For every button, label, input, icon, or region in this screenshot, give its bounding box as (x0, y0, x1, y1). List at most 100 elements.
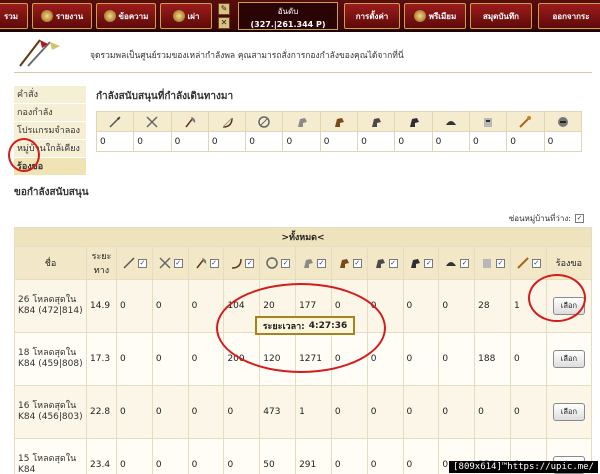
unit-count: 0 (402, 438, 440, 474)
rank-label: อันดับ (277, 7, 299, 16)
nav-tribe-button[interactable]: เผ่า (160, 3, 212, 29)
unit-count: 28 (474, 279, 511, 333)
reports-icon (40, 10, 53, 22)
header-unit-knight: ✓ (474, 246, 511, 280)
highlight-travel-time (216, 283, 386, 373)
nav-logout-button[interactable]: ออกจากระ (538, 3, 600, 29)
nav-notebook-button[interactable]: สมุดบันทึก (470, 3, 532, 29)
unit-checkbox[interactable]: ✓ (496, 258, 506, 268)
tribe-forum-icon[interactable]: ✎ (218, 3, 230, 15)
header-unit-mounted-archer: ✓ (330, 246, 368, 280)
hide-free-villages-checkbox[interactable]: ✓ (575, 214, 584, 223)
unit-count: 0 (245, 131, 284, 152)
tribe-mail-icon[interactable]: ✕ (218, 17, 230, 29)
unit-light-cavalry-icon (282, 111, 321, 132)
unit-count: 291 (295, 438, 332, 474)
unit-checkbox[interactable]: ✓ (352, 258, 362, 268)
village-name-link[interactable]: 18 โหลดสุดใน K84 (459|808) (14, 332, 87, 386)
unit-spy-icon (245, 111, 284, 132)
unit-count: 1 (295, 385, 332, 439)
village-name-link[interactable]: 26 โหลดสุดใน K84 (472|814) (14, 279, 87, 333)
select-button[interactable]: เลือก (552, 403, 585, 421)
unit-checkbox[interactable]: ✓ (460, 258, 470, 268)
nav-reports-button[interactable]: รายงาน (32, 3, 92, 29)
unit-checkbox[interactable]: ✓ (424, 258, 434, 268)
messages-icon (103, 10, 116, 22)
watermark: [809x614]™https://upic.me/ (449, 461, 598, 473)
unit-count: 0 (509, 332, 547, 386)
heavy-cavalry-icon (375, 259, 385, 268)
rally-point-icon (19, 39, 60, 67)
hide-free-villages-option: ซ่อนหมู่บ้านที่ว่าง: ✓ (509, 212, 584, 225)
unit-catapult-icon (431, 111, 470, 132)
select-button[interactable]: เลือก (552, 350, 585, 368)
header-unit-archer: ✓ (223, 246, 261, 280)
request-cell: เลือก (545, 332, 593, 386)
unit-count: 0 (438, 385, 476, 439)
unit-checkbox[interactable]: ✓ (137, 258, 147, 268)
unit-count: 0 (116, 279, 153, 333)
unit-count: 0 (506, 131, 545, 152)
unit-count: 188 (474, 332, 511, 386)
unit-count: 0 (366, 385, 404, 439)
unit-count: 0 (366, 438, 404, 474)
unit-checkbox[interactable]: ✓ (281, 258, 291, 268)
village-distance: 17.3 (86, 332, 117, 386)
village-name-link[interactable]: 16 โหลดสุดใน K84 (456|803) (14, 385, 87, 439)
unit-paladin-icon (506, 111, 545, 132)
unit-spear-icon (95, 111, 135, 132)
knight-icon (483, 259, 492, 268)
unit-checkbox[interactable]: ✓ (245, 258, 255, 268)
unit-count: 0 (402, 332, 440, 386)
unit-count: 0 (438, 279, 476, 333)
tribe-icon (172, 10, 185, 22)
unit-count: 0 (223, 438, 261, 474)
unit-count: 0 (116, 438, 153, 474)
unit-count: 0 (282, 131, 321, 152)
nav-messages-button[interactable]: ข้อความ (96, 3, 156, 29)
mounted-archer-icon (339, 259, 349, 268)
nav-premium-button[interactable]: พรีเมียม (404, 3, 466, 29)
unit-count: 0 (187, 385, 225, 439)
unit-count: 0 (187, 438, 225, 474)
unit-checkbox[interactable]: ✓ (209, 258, 219, 268)
unit-noble-icon (543, 111, 583, 132)
unit-checkbox[interactable]: ✓ (316, 258, 326, 268)
ram-icon (411, 259, 421, 268)
village-name-link[interactable]: 15 โหลดสุดใน K84 (14, 438, 87, 474)
unit-count: 0 (151, 385, 189, 439)
menu-item-troops[interactable]: กองกำลัง (14, 104, 86, 122)
table-row: 16 โหลดสุดใน K84 (456|803) 22.8 0 0 0 0 … (14, 385, 593, 439)
unit-count: 0 (468, 131, 508, 152)
unit-checkbox[interactable]: ✓ (531, 258, 541, 268)
request-cell: เลือก (545, 385, 593, 439)
nav-overview-button[interactable]: รวม (0, 3, 28, 29)
header-unit-axe: ✓ (187, 246, 225, 280)
unit-knight-icon (468, 111, 508, 132)
select-all-row: >ทั้งหมด< (14, 227, 592, 247)
highlight-request-menu (8, 138, 40, 172)
header-unit-sword: ✓ (151, 246, 189, 280)
unit-checkbox[interactable]: ✓ (388, 258, 398, 268)
nav-reports-label: รายงาน (55, 11, 84, 21)
unit-count: 0 (319, 131, 359, 152)
menu-item-commands[interactable]: คำสั่ง (14, 86, 86, 104)
unit-count: 0 (116, 332, 153, 386)
spy-icon (266, 257, 278, 269)
highlight-select-button (528, 274, 586, 322)
unit-checkbox[interactable]: ✓ (173, 258, 183, 268)
unit-count: 0 (402, 385, 440, 439)
sword-icon (159, 257, 171, 269)
unit-sword-icon (133, 111, 172, 132)
unit-mounted-archer-icon (319, 111, 359, 132)
header-unit-paladin: ✓ (509, 246, 547, 280)
nav-settings-button[interactable]: การตั้งค่า (344, 3, 400, 29)
hide-free-villages-label: ซ่อนหมู่บ้านที่ว่าง: (508, 214, 571, 223)
nav-tribe-label: เผ่า (187, 11, 200, 21)
select-all-link[interactable]: >ทั้งหมด< (14, 227, 592, 247)
unit-axe-icon (170, 111, 209, 132)
unit-count: 0 (509, 385, 547, 439)
unit-count: 0 (431, 131, 470, 152)
unit-count: 473 (259, 385, 297, 439)
unit-count: 0 (151, 332, 189, 386)
